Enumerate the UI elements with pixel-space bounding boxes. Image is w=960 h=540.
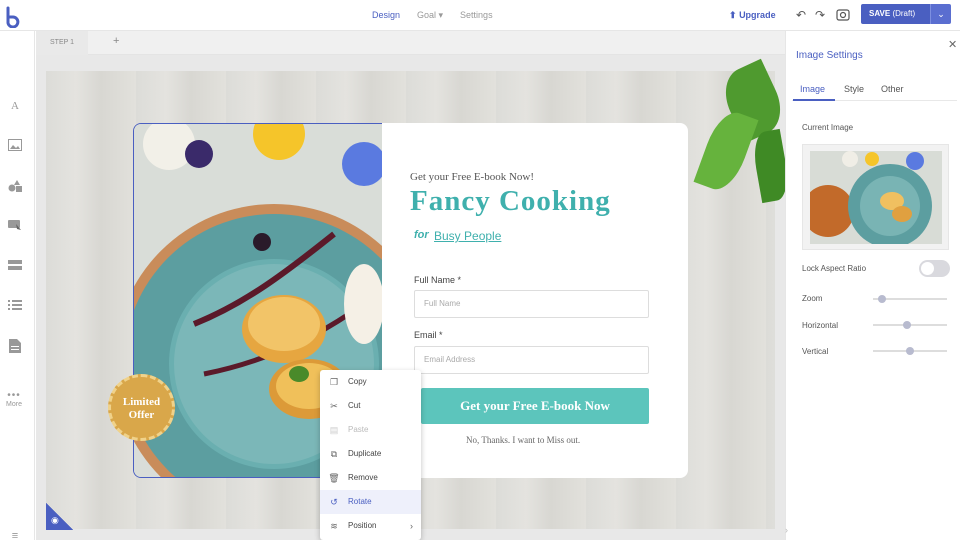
close-icon[interactable]: ✕ (948, 38, 957, 51)
email-label: Email * (414, 330, 443, 340)
eye-icon: ◉ (51, 515, 59, 525)
menu-item-label: Duplicate (348, 449, 382, 458)
lock-aspect-toggle[interactable] (919, 260, 950, 277)
menu-item-paste: ▤ Paste (320, 418, 421, 442)
tab-underline (793, 99, 835, 101)
arrow-up-icon: ⬆ (729, 10, 737, 20)
popup-form-panel: Get your Free E-book Now! Fancy Cooking … (382, 123, 688, 478)
nav-settings[interactable]: Settings (460, 10, 493, 21)
horizontal-slider[interactable] (873, 321, 947, 329)
app-logo-icon[interactable] (4, 6, 20, 28)
visibility-toggle[interactable]: ◉ (46, 503, 74, 530)
save-dropdown-button[interactable]: ⌄ (930, 4, 951, 24)
upgrade-label: Upgrade (739, 10, 776, 20)
menu-item-label: Paste (348, 425, 369, 434)
badge-line-1: Limited (122, 396, 161, 408)
popup-title[interactable]: Fancy Cooking (410, 185, 611, 218)
leaf-shape (693, 106, 759, 196)
slider-handle[interactable] (906, 347, 914, 355)
save-label: SAVE (869, 9, 891, 18)
page-icon[interactable] (8, 339, 22, 353)
chevron-down-icon: ⌄ (937, 9, 945, 19)
decline-link[interactable]: No, Thanks. I want to Miss out. (466, 435, 580, 445)
full-name-label: Full Name * (414, 275, 462, 285)
popup-for-label[interactable]: for (414, 229, 429, 241)
add-step-icon[interactable]: + (113, 35, 119, 47)
nav-design[interactable]: Design (372, 10, 400, 21)
tab-other[interactable]: Other (881, 84, 904, 94)
menu-item-cut[interactable]: ✂ Cut (320, 394, 421, 418)
menu-item-copy[interactable]: ❐ Copy (320, 370, 421, 394)
upgrade-link[interactable]: ⬆ Upgrade (729, 10, 776, 21)
menu-item-label: Remove (348, 473, 378, 482)
popup-tagline[interactable]: Busy People (434, 229, 501, 243)
chevron-right-icon[interactable]: › (785, 525, 805, 540)
menu-item-label: Copy (348, 377, 367, 386)
layers-icon: ≋ (330, 521, 338, 531)
vertical-label: Vertical (802, 347, 829, 356)
menu-item-label: Cut (348, 401, 361, 410)
rotate-icon: ↺ (330, 497, 338, 507)
menu-item-position[interactable]: ≋ Position › (320, 514, 421, 538)
vertical-slider[interactable] (873, 347, 947, 355)
top-nav: Design Goal ▾ Settings (372, 10, 493, 21)
horizontal-label: Horizontal (802, 321, 839, 330)
full-name-input[interactable]: Full Name (414, 290, 649, 318)
zoom-slider[interactable] (873, 295, 947, 303)
layers-icon[interactable]: ≡ (8, 529, 22, 540)
redo-icon[interactable]: ↷ (813, 8, 827, 22)
image-settings-panel: Image Settings ✕ Image Style Other Curre… (785, 31, 960, 540)
image-thumbnail (810, 151, 942, 244)
copy-icon: ❐ (329, 377, 339, 387)
step-bar: STEP 1 + (36, 31, 785, 55)
paste-icon: ▤ (329, 425, 339, 435)
duplicate-icon: ⧉ (330, 449, 338, 459)
shapes-icon[interactable] (8, 179, 22, 193)
menu-item-remove[interactable]: 🗑 Remove (320, 466, 421, 490)
step-tab-1[interactable]: STEP 1 (36, 31, 88, 55)
top-bar: Design Goal ▾ Settings ⬆ Upgrade (0, 0, 785, 31)
tab-image[interactable]: Image (800, 84, 825, 94)
slider-handle[interactable] (902, 321, 911, 329)
slider-handle[interactable] (878, 295, 887, 303)
dots-icon: ••• (7, 390, 21, 401)
menu-item-rotate[interactable]: ↺ Rotate (320, 490, 421, 514)
cta-button[interactable]: Get your Free E-book Now (421, 388, 649, 424)
text-icon[interactable]: A (8, 99, 22, 113)
popup-subtitle[interactable]: Get your Free E-book Now! (410, 171, 534, 183)
lock-aspect-label: Lock Aspect Ratio (802, 264, 867, 273)
zoom-label: Zoom (802, 294, 823, 303)
button-icon[interactable] (8, 219, 22, 233)
menu-item-duplicate[interactable]: ⧉ Duplicate (320, 442, 421, 466)
list-icon[interactable] (8, 299, 22, 313)
form-icon[interactable] (8, 259, 22, 273)
left-sidebar: A ••• More ≡ (0, 31, 35, 540)
limited-offer-badge[interactable]: Limited Offer (108, 374, 175, 441)
more-menu[interactable]: ••• More (3, 390, 25, 408)
tab-style[interactable]: Style (844, 84, 864, 94)
save-button[interactable]: SAVE (Draft) (861, 4, 930, 24)
context-menu: ❐ Copy ✂ Cut ▤ Paste ⧉ Duplicate 🗑 Remov… (320, 370, 421, 540)
panel-title: Image Settings (796, 50, 863, 61)
trash-icon: 🗑 (328, 473, 340, 483)
undo-icon[interactable]: ↶ (794, 8, 808, 22)
email-input[interactable]: Email Address (414, 346, 649, 374)
more-label: More (6, 401, 22, 408)
current-image-label: Current Image (802, 123, 854, 132)
menu-item-label: Rotate (348, 497, 372, 506)
chevron-right-icon: › (410, 521, 413, 531)
image-icon[interactable] (8, 139, 22, 153)
current-image-preview[interactable] (802, 144, 949, 250)
nav-goal[interactable]: Goal ▾ (417, 10, 443, 21)
panel-tabs: Image Style Other (792, 78, 957, 101)
scissors-icon: ✂ (330, 401, 338, 411)
badge-line-2: Offer (128, 409, 155, 421)
menu-item-label: Position (348, 521, 377, 530)
preview-icon[interactable] (836, 8, 850, 22)
save-state: (Draft) (892, 9, 916, 18)
